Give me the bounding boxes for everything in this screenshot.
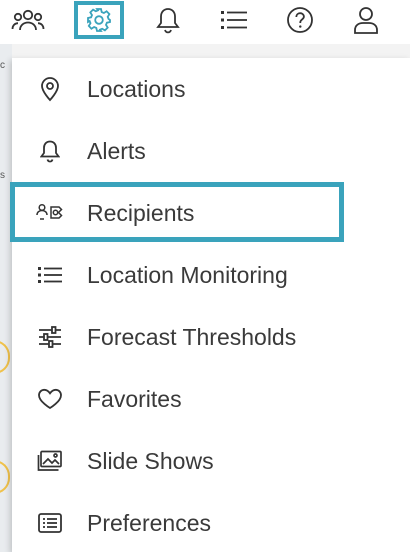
preferences-icon [36, 509, 64, 537]
menu-item-location-monitoring[interactable]: Location Monitoring [12, 244, 410, 306]
menu-item-locations[interactable]: Locations [12, 58, 410, 120]
menu-item-slide-shows[interactable]: Slide Shows [12, 430, 410, 492]
heart-icon [36, 385, 64, 413]
account-button[interactable] [344, 0, 388, 40]
list-icon [36, 261, 64, 289]
menu-item-label: Preferences [87, 509, 212, 536]
menu-item-forecast-thresholds[interactable]: Forecast Thresholds [12, 306, 410, 368]
gear-icon [86, 7, 112, 33]
menu-item-label: Favorites [87, 385, 182, 412]
menu-item-label: Location Monitoring [87, 261, 288, 288]
menu-item-label: Alerts [87, 137, 146, 164]
bell-icon [36, 137, 64, 165]
settings-dropdown-menu: Locations Alerts Recipients Location Mon… [12, 58, 410, 552]
menu-item-label: Recipients [87, 199, 195, 226]
menu-item-label: Locations [87, 75, 186, 102]
menu-item-label: Forecast Thresholds [87, 323, 297, 350]
list-icon [221, 9, 247, 31]
map-fragment: s [0, 170, 5, 181]
menu-item-alerts[interactable]: Alerts [12, 120, 410, 182]
image-icon [36, 447, 64, 475]
help-icon [286, 6, 314, 34]
app-screen: c s Locations Alerts Recipients Location… [0, 0, 410, 552]
sliders-icon [36, 323, 64, 351]
people-button[interactable] [6, 0, 50, 40]
settings-button[interactable] [74, 1, 124, 39]
menu-item-preferences[interactable]: Preferences [12, 492, 410, 552]
menu-item-favorites[interactable]: Favorites [12, 368, 410, 430]
map-fragment: c [0, 60, 5, 71]
menu-item-label: Slide Shows [87, 447, 214, 474]
help-button[interactable] [278, 0, 322, 40]
top-toolbar [0, 0, 410, 44]
notifications-button[interactable] [146, 0, 190, 40]
bell-icon [156, 6, 180, 34]
people-icon [11, 7, 45, 33]
recipients-icon [36, 199, 64, 227]
location-pin-icon [36, 75, 64, 103]
list-button[interactable] [212, 0, 256, 40]
user-icon [353, 6, 379, 34]
menu-item-recipients[interactable]: Recipients [12, 182, 410, 244]
